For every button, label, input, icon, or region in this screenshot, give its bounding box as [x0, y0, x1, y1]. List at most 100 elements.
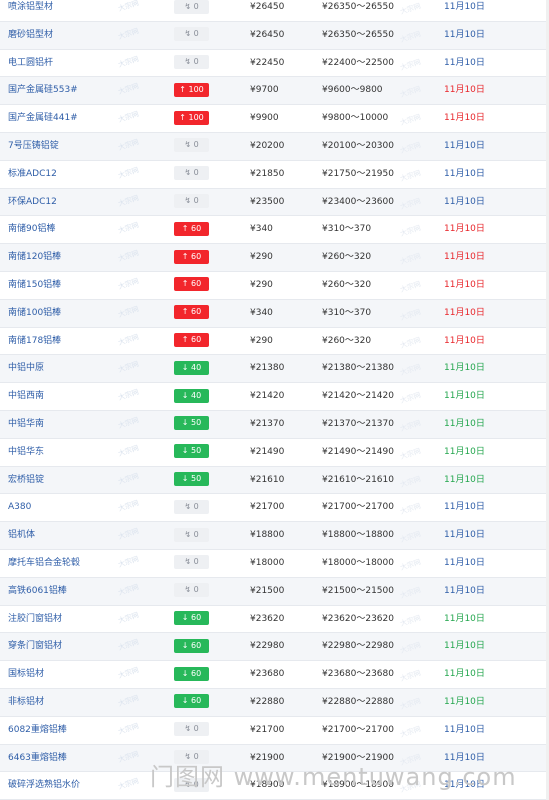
- change-value: 50: [191, 418, 202, 428]
- update-date: 11月10日: [444, 113, 485, 124]
- change-badge-cell: ↯ 0: [174, 772, 209, 800]
- table-row[interactable]: 南储150铝棒 大宗网 ↑ 60 ¥290 ¥260～320 大宗网 11月10日: [0, 272, 549, 300]
- change-badge: ↑ 100: [174, 110, 209, 125]
- table-row[interactable]: 环保ADC12 大宗网 ↯ 0 ¥23500 ¥23400～23600 大宗网 11月10日: [0, 188, 549, 217]
- table-row[interactable]: 高铁6061铝棒 大宗网 ↯ 0 ¥21500 ¥21500～21500 大宗网 11月10…: [0, 577, 549, 606]
- table-row[interactable]: 摩托车铝合金轮毂 大宗网 ↯ 0 ¥18000 ¥18000～18000 大宗网 11月10…: [0, 550, 549, 578]
- change-badge-cell: ↓ 50: [174, 439, 209, 467]
- table-row[interactable]: 6463重熔铝棒 大宗网 ↯ 0 ¥21900 ¥21900～21900 大宗网 11月10…: [0, 744, 549, 773]
- product-name-link[interactable]: 中铝西南: [8, 383, 44, 411]
- change-badge-cell: ↯ 0: [174, 50, 209, 78]
- table-row[interactable]: 磨砂铝型材 大宗网 ↯ 0 ¥26450 ¥26350～26550 大宗网 11月10日: [0, 21, 549, 50]
- table-row[interactable]: 中铝中原 大宗网 ↓ 40 ¥21380 ¥21380～21380 大宗网 11月10日: [0, 355, 549, 384]
- table-row[interactable]: 注胶门窗铝材 大宗网 ↓ 60 ¥23620 ¥23620～23620 大宗网 11月10日: [0, 606, 549, 634]
- product-name-link[interactable]: 南储120铝棒: [8, 244, 61, 272]
- table-row[interactable]: 国产金属硅441# 大宗网 ↑ 100 ¥9900 ¥9800～10000 大宗网 11月1…: [0, 105, 549, 133]
- product-name-link[interactable]: 7号压铸铝锭: [8, 133, 59, 161]
- table-row[interactable]: 电工圆铝杆 大宗网 ↯ 0 ¥22450 ¥22400～22500 大宗网 11月10日: [0, 50, 549, 78]
- product-name-link[interactable]: 环保ADC12: [8, 189, 57, 217]
- product-name-link[interactable]: 中铝华南: [8, 411, 44, 439]
- price-range: ¥22400～22500: [322, 57, 394, 68]
- table-row[interactable]: 铝机体 大宗网 ↯ 0 ¥18800 ¥18800～18800 大宗网 11月10日: [0, 522, 549, 550]
- table-row[interactable]: 南储90铝棒 大宗网 ↑ 60 ¥340 ¥310～370 大宗网 11月10日: [0, 216, 549, 245]
- table-row[interactable]: 破碎浮选熟铝水价 大宗网 ↯ 0 ¥18900 ¥18900～18900 大宗网 11月10…: [0, 772, 549, 800]
- product-name-link[interactable]: 中铝中原: [8, 355, 44, 383]
- row-watermark: 大宗网: [117, 82, 140, 97]
- product-name-link[interactable]: 南储90铝棒: [8, 216, 55, 244]
- price-range: ¥18000～18000: [322, 557, 394, 568]
- change-badge: ↑ 60: [174, 333, 209, 348]
- product-name-link[interactable]: 摩托车铝合金轮毂: [8, 550, 80, 578]
- product-name-link[interactable]: A380: [8, 494, 31, 522]
- price-range: ¥310～370: [322, 307, 372, 318]
- row-watermark: 大宗网: [399, 502, 422, 517]
- average-price: ¥26450: [250, 2, 285, 12]
- row-watermark: 大宗网: [399, 474, 422, 489]
- product-name-link[interactable]: 国产金属硅553#: [8, 77, 78, 105]
- update-date: 11月10日: [444, 780, 485, 791]
- update-date: 11月10日: [444, 252, 485, 263]
- product-name-link[interactable]: 标准ADC12: [8, 161, 57, 189]
- product-name-link[interactable]: 南储178铝棒: [8, 328, 61, 356]
- table-row[interactable]: 非标铝材 大宗网 ↓ 60 ¥22880 ¥22880～22880 大宗网 11月10日: [0, 688, 549, 717]
- row-watermark: 大宗网: [117, 0, 140, 14]
- change-arrow-icon: ↯: [184, 1, 192, 11]
- table-row[interactable]: 穿条门窗铝材 大宗网 ↓ 60 ¥22980 ¥22980～22980 大宗网 11月10日: [0, 633, 549, 662]
- table-row[interactable]: 宏桥铝锭 大宗网 ↓ 50 ¥21610 ¥21610～21610 大宗网 11月10日: [0, 466, 549, 495]
- change-value: 0: [193, 57, 199, 67]
- product-name-link[interactable]: 中铝华东: [8, 439, 44, 467]
- table-row[interactable]: 6082重熔铝棒 大宗网 ↯ 0 ¥21700 ¥21700～21700 大宗网 11月10…: [0, 717, 549, 745]
- table-row[interactable]: 喷涂铝型材 大宗网 ↯ 0 ¥26450 ¥26350～26550 大宗网 11月10日: [0, 0, 549, 22]
- table-row[interactable]: 南储100铝棒 大宗网 ↑ 60 ¥340 ¥310～370 大宗网 11月10日: [0, 299, 549, 328]
- product-name-link[interactable]: 破碎浮选熟铝水价: [8, 772, 80, 800]
- product-name-link[interactable]: 宏桥铝锭: [8, 467, 44, 495]
- average-price: ¥21850: [250, 168, 285, 179]
- product-name-link[interactable]: 南储100铝棒: [8, 300, 61, 328]
- table-row[interactable]: 南储178铝棒 大宗网 ↑ 60 ¥290 ¥260～320 大宗网 11月10日: [0, 328, 549, 356]
- change-arrow-icon: ↑: [181, 251, 189, 261]
- table-row[interactable]: 中铝华南 大宗网 ↓ 50 ¥21370 ¥21370～21370 大宗网 11月10日: [0, 410, 549, 439]
- product-name-link[interactable]: 注胶门窗铝材: [8, 606, 62, 634]
- update-date: 11月10日: [444, 168, 485, 179]
- change-badge: ↯ 0: [174, 583, 209, 598]
- price-range: ¥260～320: [322, 335, 372, 346]
- product-name-link[interactable]: 国标铝材: [8, 661, 44, 689]
- update-date: 11月10日: [444, 418, 485, 429]
- product-name-link[interactable]: 高铁6061铝棒: [8, 578, 67, 606]
- price-range: ¥18800～18800: [322, 530, 394, 541]
- average-price: ¥18000: [250, 557, 285, 568]
- product-name-link[interactable]: 喷涂铝型材: [8, 0, 53, 22]
- product-name-link[interactable]: 6082重熔铝棒: [8, 717, 67, 745]
- change-badge: ↑ 60: [174, 221, 209, 236]
- row-watermark: 大宗网: [117, 749, 140, 764]
- table-row[interactable]: 南储120铝棒 大宗网 ↑ 60 ¥290 ¥260～320 大宗网 11月10日: [0, 244, 549, 272]
- change-badge: ↓ 60: [174, 666, 209, 681]
- table-row[interactable]: 7号压铸铝锭 大宗网 ↯ 0 ¥20200 ¥20100～20300 大宗网 11月10日: [0, 132, 549, 161]
- product-name-link[interactable]: 非标铝材: [8, 689, 44, 717]
- row-watermark: 大宗网: [117, 193, 140, 208]
- product-name-link[interactable]: 穿条门窗铝材: [8, 633, 62, 661]
- table-row[interactable]: 中铝华东 大宗网 ↓ 50 ¥21490 ¥21490～21490 大宗网 11月10日: [0, 439, 549, 467]
- product-name-link[interactable]: 国产金属硅441#: [8, 105, 78, 133]
- change-arrow-icon: ↯: [184, 168, 192, 178]
- average-price: ¥9900: [250, 113, 279, 124]
- product-name-link[interactable]: 铝机体: [8, 522, 35, 550]
- change-badge: ↑ 100: [174, 82, 209, 97]
- table-row[interactable]: 中铝西南 大宗网 ↓ 40 ¥21420 ¥21420～21420 大宗网 11月10日: [0, 383, 549, 411]
- update-date: 11月10日: [444, 752, 485, 763]
- product-name-link[interactable]: 电工圆铝杆: [8, 50, 53, 78]
- table-row[interactable]: 国产金属硅553# 大宗网 ↑ 100 ¥9700 ¥9600～9800 大宗网 11月10…: [0, 77, 549, 106]
- table-row[interactable]: A380 大宗网 ↯ 0 ¥21700 ¥21700～21700 大宗网 11月10日: [0, 494, 549, 523]
- average-price: ¥23680: [250, 669, 285, 680]
- product-name-link[interactable]: 6463重熔铝棒: [8, 745, 67, 773]
- row-watermark: 大宗网: [399, 363, 422, 378]
- table-row[interactable]: 标准ADC12 大宗网 ↯ 0 ¥21850 ¥21750～21950 大宗网 11月10日: [0, 161, 549, 189]
- change-badge: ↯ 0: [174, 750, 209, 765]
- price-range: ¥260～320: [322, 252, 372, 263]
- update-date: 11月10日: [444, 363, 485, 374]
- product-name-link[interactable]: 南储150铝棒: [8, 272, 61, 300]
- table-row[interactable]: 国标铝材 大宗网 ↓ 60 ¥23680 ¥23680～23680 大宗网 11月10日: [0, 661, 549, 689]
- change-badge-cell: ↓ 60: [174, 606, 209, 634]
- product-name-link[interactable]: 磨砂铝型材: [8, 22, 53, 50]
- change-arrow-icon: ↓: [181, 668, 189, 678]
